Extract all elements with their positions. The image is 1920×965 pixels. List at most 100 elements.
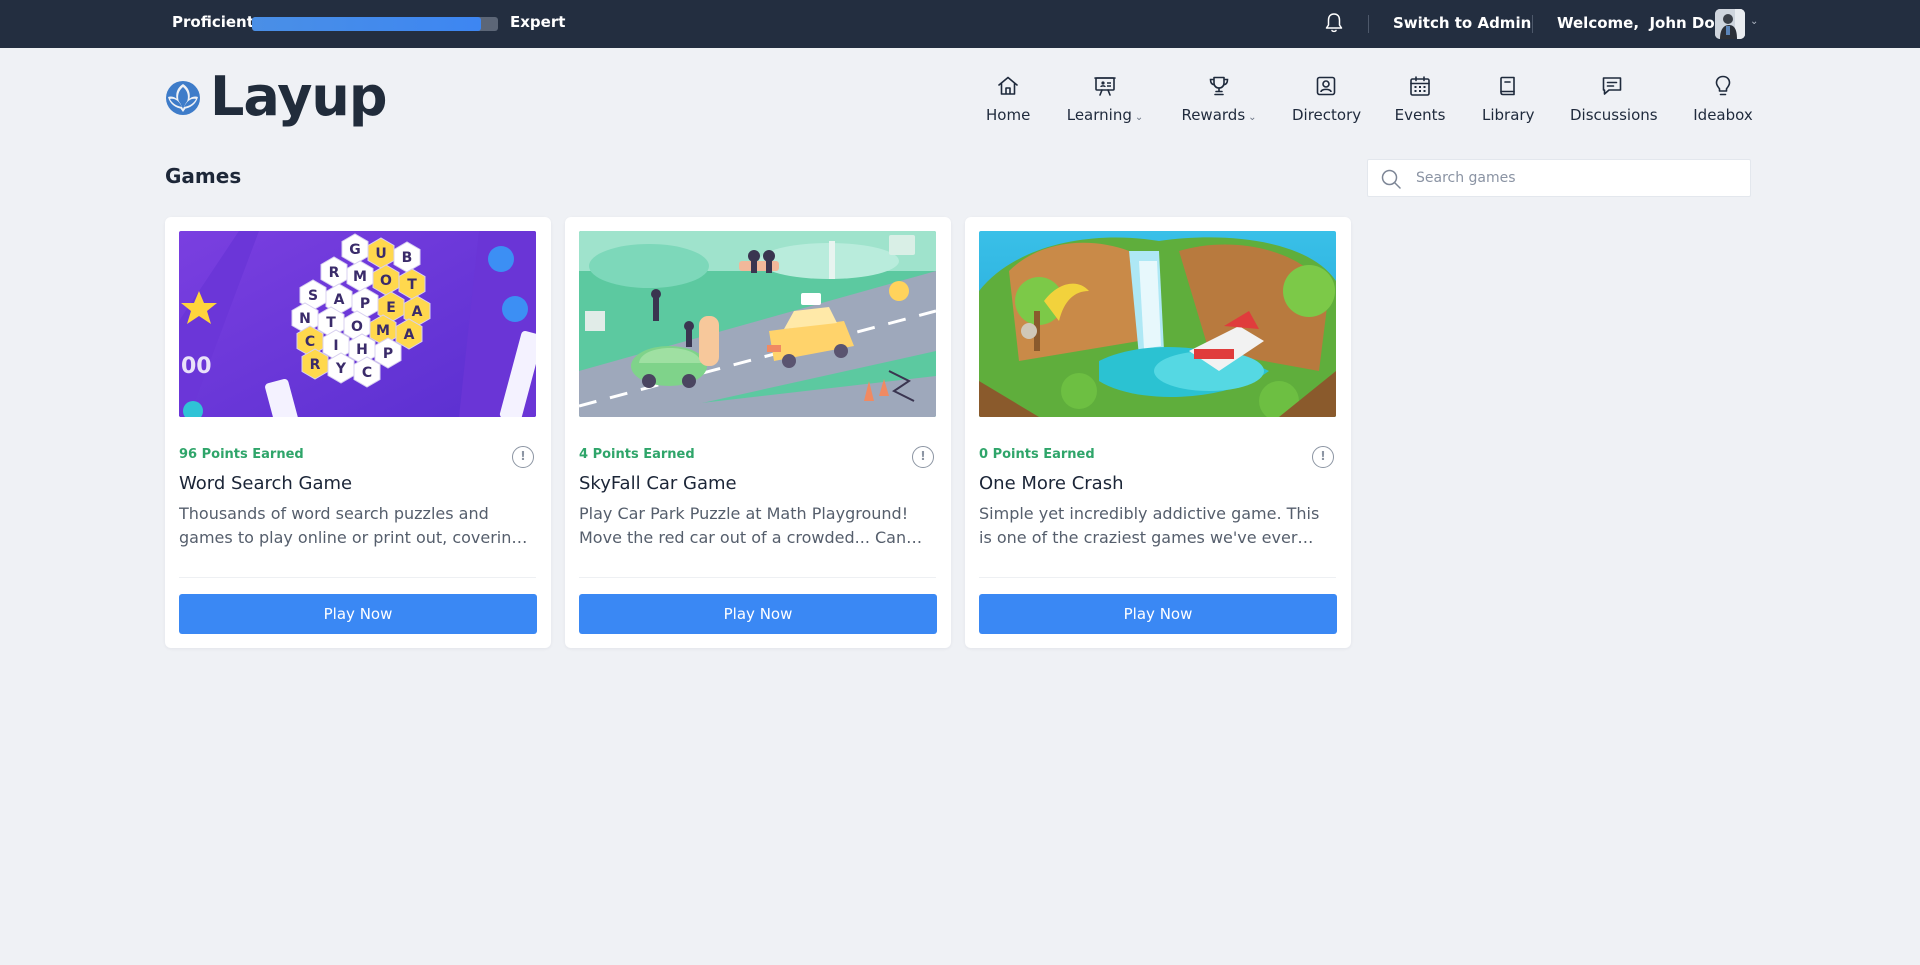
trophy-icon bbox=[1209, 76, 1229, 96]
brand-name: Layup bbox=[210, 65, 387, 128]
letter-tile: A bbox=[404, 327, 415, 343]
island-game-thumbnail[interactable] bbox=[979, 231, 1336, 417]
letter-tile: A bbox=[412, 304, 423, 320]
nav-label: Directory bbox=[1292, 106, 1362, 124]
nav-label: Ideabox bbox=[1693, 106, 1753, 124]
letter-tile: Y bbox=[335, 361, 347, 377]
letter-tile: R bbox=[310, 357, 321, 373]
leaf-logo-icon bbox=[166, 81, 200, 115]
search-box[interactable] bbox=[1367, 159, 1751, 197]
points-earned: 96 Points Earned bbox=[179, 447, 304, 462]
divider bbox=[179, 577, 536, 578]
game-title[interactable]: Word Search Game bbox=[179, 473, 352, 494]
page-title: Games bbox=[165, 164, 242, 188]
nav-label: Home bbox=[986, 106, 1031, 124]
nav-item-ideabox[interactable]: Ideabox bbox=[1692, 70, 1754, 130]
avatar[interactable] bbox=[1715, 9, 1745, 39]
switch-to-admin-link[interactable]: Switch to Admin bbox=[1393, 14, 1531, 32]
letter-tile: T bbox=[326, 315, 336, 331]
nav-item-home[interactable]: Home bbox=[986, 70, 1030, 130]
info-icon[interactable]: ! bbox=[1312, 446, 1334, 468]
divider bbox=[979, 577, 1336, 578]
bell-icon[interactable] bbox=[1324, 12, 1344, 34]
letter-tile: B bbox=[402, 250, 413, 266]
letter-tile: T bbox=[407, 277, 417, 293]
lightbulb-icon bbox=[1715, 75, 1731, 96]
letter-tile: H bbox=[356, 342, 368, 358]
divider bbox=[1532, 15, 1533, 33]
game-card: 0 Points Earned ! One More Crash Simple … bbox=[965, 217, 1351, 648]
nav-label-text: Learning bbox=[1066, 106, 1132, 124]
nav-label: Discussions bbox=[1570, 106, 1658, 124]
level-progress-bar bbox=[252, 17, 498, 31]
letter-tile: S bbox=[308, 288, 318, 304]
game-card: 00 GUBRMOTSAPEANTOMACIHPRYC 96 Points Ea… bbox=[165, 217, 551, 648]
current-level-label: Proficient bbox=[172, 13, 254, 31]
chevron-down-icon[interactable]: ⌄ bbox=[1750, 16, 1758, 27]
letter-tile: U bbox=[375, 246, 386, 262]
nav-item-learning[interactable]: Learning ⌄ bbox=[1066, 70, 1144, 130]
play-now-button[interactable]: Play Now bbox=[179, 594, 537, 634]
contact-card-icon bbox=[1316, 76, 1336, 96]
letter-tile: R bbox=[329, 265, 340, 281]
letter-tile: P bbox=[383, 346, 393, 362]
car-game-artwork bbox=[579, 231, 936, 417]
game-description: Thousands of word search puzzles and gam… bbox=[179, 504, 522, 547]
letter-tile: M bbox=[376, 323, 390, 339]
game-title[interactable]: SkyFall Car Game bbox=[579, 473, 737, 494]
car-game-thumbnail[interactable] bbox=[579, 231, 936, 417]
nav-item-rewards[interactable]: Rewards ⌄ bbox=[1180, 70, 1258, 130]
game-description: Simple yet incredibly addictive game. Th… bbox=[979, 504, 1320, 547]
search-icon bbox=[1381, 169, 1401, 189]
game-description: Play Car Park Puzzle at Math Playground!… bbox=[579, 504, 909, 547]
nav-item-discussions[interactable]: Discussions bbox=[1570, 70, 1658, 130]
svg-text:00: 00 bbox=[181, 354, 212, 379]
nav-item-directory[interactable]: Directory bbox=[1292, 70, 1362, 130]
game-title[interactable]: One More Crash bbox=[979, 473, 1124, 494]
word-search-artwork: 00 G U BR M O TS A P E AN T O M AC I H PR Y C bbox=[179, 231, 536, 417]
nav-label: Library bbox=[1482, 106, 1535, 124]
nav-label: Events bbox=[1394, 106, 1446, 124]
top-bar: Proficient Expert Switch to Admin Welcom… bbox=[0, 0, 1920, 48]
chat-icon bbox=[1602, 77, 1622, 95]
letter-tile: C bbox=[362, 365, 372, 381]
chevron-down-icon: ⌄ bbox=[1248, 112, 1257, 123]
letter-tile: O bbox=[380, 273, 392, 289]
info-icon[interactable]: ! bbox=[512, 446, 534, 468]
nav-label: Learning ⌄ bbox=[1066, 106, 1144, 124]
letter-tile: M bbox=[353, 269, 367, 285]
nav-label: Rewards ⌄ bbox=[1180, 106, 1258, 124]
game-card: 4 Points Earned ! SkyFall Car Game Play … bbox=[565, 217, 951, 648]
calendar-icon bbox=[1410, 76, 1430, 96]
chevron-down-icon: ⌄ bbox=[1134, 112, 1144, 123]
play-now-button[interactable]: Play Now bbox=[979, 594, 1337, 634]
letter-tile: O bbox=[351, 319, 363, 335]
letter-tile: N bbox=[299, 311, 311, 327]
brand-logo[interactable]: Layup bbox=[164, 68, 387, 126]
next-level-label: Expert bbox=[510, 13, 566, 31]
search-input[interactable] bbox=[1416, 160, 1736, 196]
divider bbox=[1368, 15, 1369, 33]
home-icon bbox=[998, 76, 1018, 95]
letter-tile: C bbox=[305, 334, 315, 350]
island-game-artwork bbox=[979, 231, 1336, 417]
letter-tile: I bbox=[333, 338, 338, 354]
info-icon[interactable]: ! bbox=[912, 446, 934, 468]
letter-tile: G bbox=[349, 242, 361, 258]
letter-tile: P bbox=[360, 296, 370, 312]
letter-tile: A bbox=[334, 292, 345, 308]
nav-item-library[interactable]: Library bbox=[1482, 70, 1534, 130]
book-icon bbox=[1500, 76, 1515, 96]
presentation-icon bbox=[1094, 77, 1116, 96]
divider bbox=[579, 577, 936, 578]
points-earned: 0 Points Earned bbox=[979, 447, 1095, 462]
nav-label-text: Rewards bbox=[1181, 106, 1246, 124]
user-photo bbox=[1715, 9, 1745, 39]
points-earned: 4 Points Earned bbox=[579, 447, 695, 462]
welcome-text: Welcome, John Doe bbox=[1557, 14, 1725, 32]
play-now-button[interactable]: Play Now bbox=[579, 594, 937, 634]
word-search-thumbnail[interactable]: 00 GUBRMOTSAPEANTOMACIHPRYC bbox=[179, 231, 536, 417]
level-progress-fill bbox=[252, 17, 481, 31]
letter-tile: E bbox=[386, 300, 396, 316]
nav-item-events[interactable]: Events bbox=[1394, 70, 1446, 130]
